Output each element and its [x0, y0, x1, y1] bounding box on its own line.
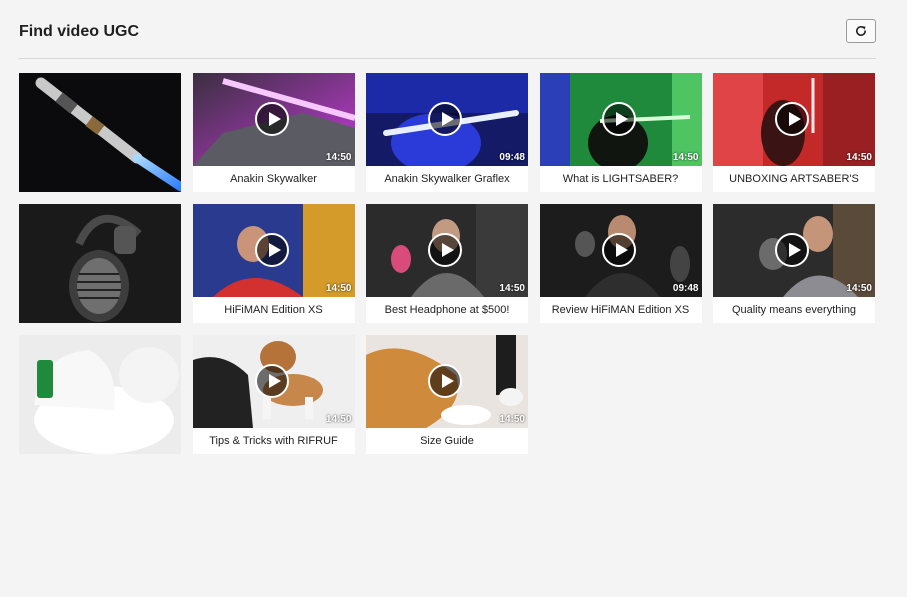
video-title: HiFiMAN Edition XS — [224, 304, 323, 316]
video-card[interactable]: 14:50 Tips & Tricks with RIFRUF — [192, 335, 355, 454]
video-duration: 14:50 — [499, 283, 525, 294]
play-icon[interactable] — [254, 102, 289, 136]
headphone-photo-card[interactable] — [19, 204, 181, 323]
video-duration: 14:50 — [325, 152, 352, 163]
video-card[interactable]: 09:48 Anakin Skywalker Graflex — [366, 73, 528, 192]
play-icon[interactable] — [428, 102, 462, 136]
video-duration: 14:50 — [846, 152, 872, 163]
video-title: What is LIGHTSABER? — [562, 173, 679, 185]
video-title: Best Headphone at $500! — [384, 304, 510, 316]
video-card[interactable]: 14:50 Best Headphone at $500! — [366, 204, 528, 323]
video-card[interactable]: 14:50 UNBOXING ARTSABER'S — [713, 73, 875, 192]
video-card[interactable]: 14:50 HiFiMAN Edition XS — [192, 204, 355, 323]
play-icon[interactable] — [254, 364, 289, 398]
video-duration: 14:50 — [672, 152, 699, 163]
lightsaber-photo-card[interactable] — [19, 73, 181, 192]
video-duration: 14:50 — [325, 283, 352, 294]
refresh-button[interactable] — [846, 19, 876, 43]
video-title: Anakin Skywalker Graflex — [384, 173, 510, 185]
video-card[interactable]: 14:50 Size Guide — [366, 335, 528, 454]
play-icon[interactable] — [254, 233, 289, 267]
page-header: Find video UGC — [19, 18, 876, 59]
video-title: UNBOXING ARTSABER'S — [729, 173, 859, 185]
video-title: Anakin Skywalker — [230, 173, 317, 185]
dog-shoe-photo — [19, 335, 181, 454]
video-card[interactable]: 09:48 Review HiFiMAN Edition XS — [539, 204, 702, 323]
video-title: Tips & Tricks with RIFRUF — [209, 435, 338, 447]
play-icon[interactable] — [601, 102, 636, 136]
video-grid: 14:50 Anakin Skywalker 09:48 Anakin Skyw… — [19, 73, 875, 454]
lightsaber-photo — [19, 73, 181, 192]
video-duration: 09:48 — [672, 283, 699, 294]
video-card[interactable]: 14:50 Anakin Skywalker — [192, 73, 355, 192]
dog-shoe-photo-card[interactable] — [19, 335, 181, 454]
page-title: Find video UGC — [19, 23, 139, 40]
play-icon[interactable] — [601, 233, 636, 267]
play-icon[interactable] — [775, 102, 809, 136]
play-icon[interactable] — [775, 233, 809, 267]
video-duration: 14:50 — [325, 414, 352, 425]
video-title: Quality means everything — [731, 304, 857, 316]
refresh-icon — [856, 26, 866, 36]
play-icon[interactable] — [428, 364, 462, 398]
video-card[interactable]: 14:50 Quality means everything — [713, 204, 875, 323]
video-title: Size Guide — [420, 435, 474, 447]
video-duration: 14:50 — [846, 283, 872, 294]
play-icon[interactable] — [428, 233, 462, 267]
video-duration: 09:48 — [499, 152, 525, 163]
headphone-photo — [19, 204, 181, 323]
video-title: Review HiFiMAN Edition XS — [551, 304, 690, 316]
video-duration: 14:50 — [499, 414, 525, 425]
video-card[interactable]: 14:50 What is LIGHTSABER? — [539, 73, 702, 192]
